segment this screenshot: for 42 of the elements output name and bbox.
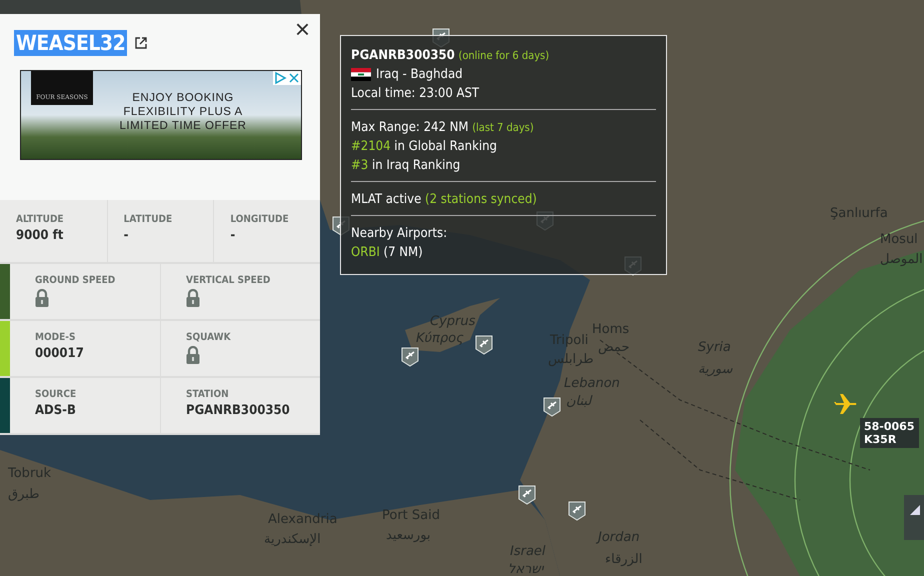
stat-label: STATION (186, 389, 229, 400)
aircraft-type-text: K35R (864, 433, 898, 446)
flag-icon (351, 68, 371, 81)
stat-value: PGANRB300350 (186, 403, 290, 418)
stat-label: SOURCE (35, 389, 76, 400)
global-ranking: #2104 in Global Ranking (351, 138, 498, 156)
station-marker-icon[interactable] (568, 501, 586, 521)
aircraft-label[interactable]: 58-0065 K35R (860, 418, 918, 448)
play-icon[interactable] (273, 71, 287, 85)
max-range: Max Range: 242 NM (last 7 days) (351, 119, 535, 137)
station-title: PGANRB300350 (online for 6 days) (351, 47, 550, 65)
stat-value: - (124, 228, 129, 243)
stat-label: LONGITUDE (230, 214, 289, 225)
map-label: الموصل (880, 252, 923, 267)
stat-label: SQUAWK (186, 332, 231, 343)
stat-label: GROUND SPEED (35, 275, 116, 286)
stat-label: MODE-S (35, 332, 76, 343)
stat-value: 9000 ft (16, 228, 64, 243)
registration-text: 58-0065 (864, 420, 914, 433)
station-marker-icon[interactable] (475, 335, 493, 355)
local-time: Local time: 23:00 AST (351, 85, 480, 103)
ad-headline: ENJOY BOOKING FLEXIBILITY PLUS A LIMITED TIME OFFER (118, 91, 248, 133)
nearby-airports-heading: Nearby Airports: (351, 225, 448, 243)
station-marker-icon[interactable] (543, 397, 561, 417)
airplane-icon[interactable] (834, 392, 858, 414)
station-location: Iraq - Baghdad (376, 66, 463, 84)
station-marker-icon[interactable] (518, 485, 536, 505)
country-ranking: #3 in Iraq Ranking (351, 157, 462, 175)
stat-value: - (230, 228, 236, 243)
nearby-airport: ORBI (7 NM) (351, 244, 424, 262)
stat-label: VERTICAL SPEED (186, 275, 270, 286)
mlat-status: MLAT active (2 stations synced) (351, 191, 538, 209)
stat-label: ALTITUDE (16, 214, 64, 225)
stat-label: LATITUDE (124, 214, 172, 225)
map-label: Mosul (880, 232, 918, 247)
close-button[interactable]: × (290, 16, 314, 42)
flight-callsign: WEASEL32 (14, 30, 128, 56)
station-marker-icon[interactable] (401, 347, 419, 367)
close-icon[interactable] (287, 71, 301, 85)
stat-value: 000017 (35, 346, 84, 361)
stat-value: ADS-B (35, 403, 76, 418)
external-link-icon[interactable] (135, 37, 148, 49)
